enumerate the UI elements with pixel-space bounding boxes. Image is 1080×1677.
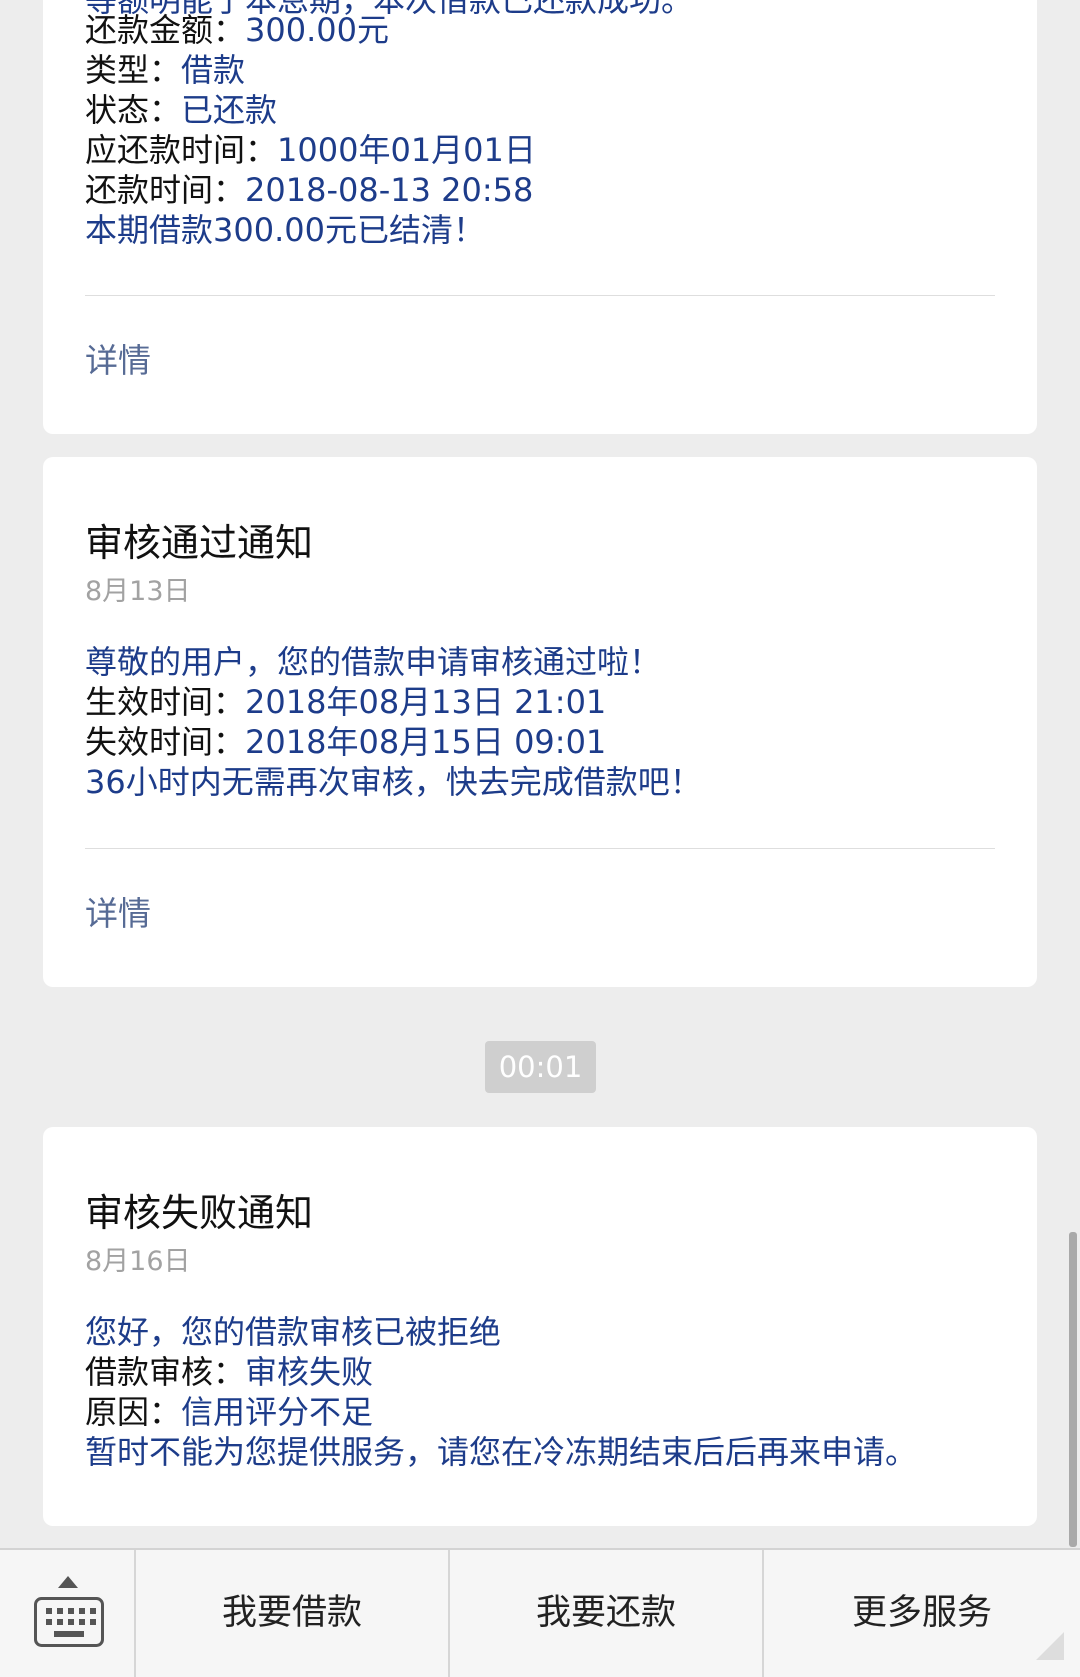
keyboard-toggle-button[interactable] bbox=[0, 1550, 136, 1677]
info-value: 信用评分不足 bbox=[181, 1393, 374, 1431]
resize-corner-icon bbox=[1036, 1632, 1064, 1660]
info-line-review: 借款审核：审核失败 bbox=[85, 1352, 373, 1392]
info-value: 1000年01月01日 bbox=[277, 131, 536, 169]
notification-card-rejected: 审核失败通知 8月16日 您好，您的借款审核已被拒绝 借款审核：审核失败 原因：… bbox=[43, 1127, 1037, 1526]
card-date: 8月13日 bbox=[85, 576, 191, 607]
info-label: 借款审核： bbox=[85, 1353, 246, 1391]
info-line-type: 类型：借款 bbox=[85, 50, 245, 90]
card-intro: 尊敬的用户，您的借款申请审核通过啦！ bbox=[85, 643, 662, 681]
card-footer-note: 暂时不能为您提供服务，请您在冷冻期结束后后再来申请。 bbox=[85, 1433, 918, 1471]
card-footer-note: 36小时内无需再次审核，快去完成借款吧！ bbox=[85, 763, 702, 801]
menu-button-more-services[interactable]: 更多服务 bbox=[764, 1550, 1080, 1677]
info-value: 借款 bbox=[181, 51, 246, 89]
info-label: 状态： bbox=[85, 91, 182, 129]
menu-button-borrow[interactable]: 我要借款 bbox=[136, 1550, 450, 1677]
timestamp-badge: 00:01 bbox=[485, 1041, 596, 1093]
scrollbar-thumb[interactable] bbox=[1069, 1232, 1077, 1547]
info-label: 生效时间： bbox=[85, 683, 246, 721]
card-date: 8月16日 bbox=[85, 1246, 191, 1277]
info-label: 原因： bbox=[85, 1393, 182, 1431]
info-value: 审核失败 bbox=[245, 1353, 374, 1391]
info-line-amount: 还款金额：300.00元 bbox=[85, 10, 389, 50]
info-line-status: 状态：已还款 bbox=[85, 90, 277, 130]
info-value: 2018年08月15日 09:01 bbox=[245, 723, 607, 761]
info-value: 2018年08月13日 21:01 bbox=[245, 683, 607, 721]
info-line-effective-time: 生效时间：2018年08月13日 21:01 bbox=[85, 682, 606, 722]
info-line-due-time: 应还款时间：1000年01月01日 bbox=[85, 130, 536, 170]
info-label: 类型： bbox=[85, 51, 182, 89]
info-value: 300.00元 bbox=[245, 11, 389, 49]
info-line-reason: 原因：信用评分不足 bbox=[85, 1392, 373, 1432]
info-label: 还款时间： bbox=[85, 171, 246, 209]
info-value: 2018-08-13 20:58 bbox=[245, 171, 534, 209]
info-line-expiry-time: 失效时间：2018年08月15日 09:01 bbox=[85, 722, 606, 762]
details-link[interactable]: 详情 bbox=[85, 341, 151, 381]
card-title: 审核失败通知 bbox=[85, 1191, 314, 1235]
info-value: 已还款 bbox=[181, 91, 278, 129]
info-label: 失效时间： bbox=[85, 723, 246, 761]
card-divider bbox=[85, 295, 995, 296]
info-line-repay-time: 还款时间：2018-08-13 20:58 bbox=[85, 170, 533, 210]
notification-card-approved: 审核通过通知 8月13日 尊敬的用户，您的借款申请审核通过啦！ 生效时间：201… bbox=[43, 457, 1037, 987]
info-label: 应还款时间： bbox=[85, 131, 278, 169]
details-link[interactable]: 详情 bbox=[85, 894, 151, 934]
card-title: 审核通过通知 bbox=[85, 521, 314, 565]
menu-button-repay[interactable]: 我要还款 bbox=[450, 1550, 764, 1677]
keyboard-icon bbox=[34, 1597, 104, 1647]
bottom-menu-bar: 我要借款 我要还款 更多服务 bbox=[0, 1548, 1080, 1677]
card-footer-note: 本期借款300.00元已结清！ bbox=[85, 211, 485, 249]
notification-card-repayment: 等额明能了本息期，本次借款已还款成功。 还款金额：300.00元 类型：借款 状… bbox=[43, 0, 1037, 434]
card-intro: 您好，您的借款审核已被拒绝 bbox=[85, 1313, 502, 1351]
info-label: 还款金额： bbox=[85, 11, 246, 49]
chevron-up-icon bbox=[58, 1576, 78, 1588]
card-divider bbox=[85, 848, 995, 849]
